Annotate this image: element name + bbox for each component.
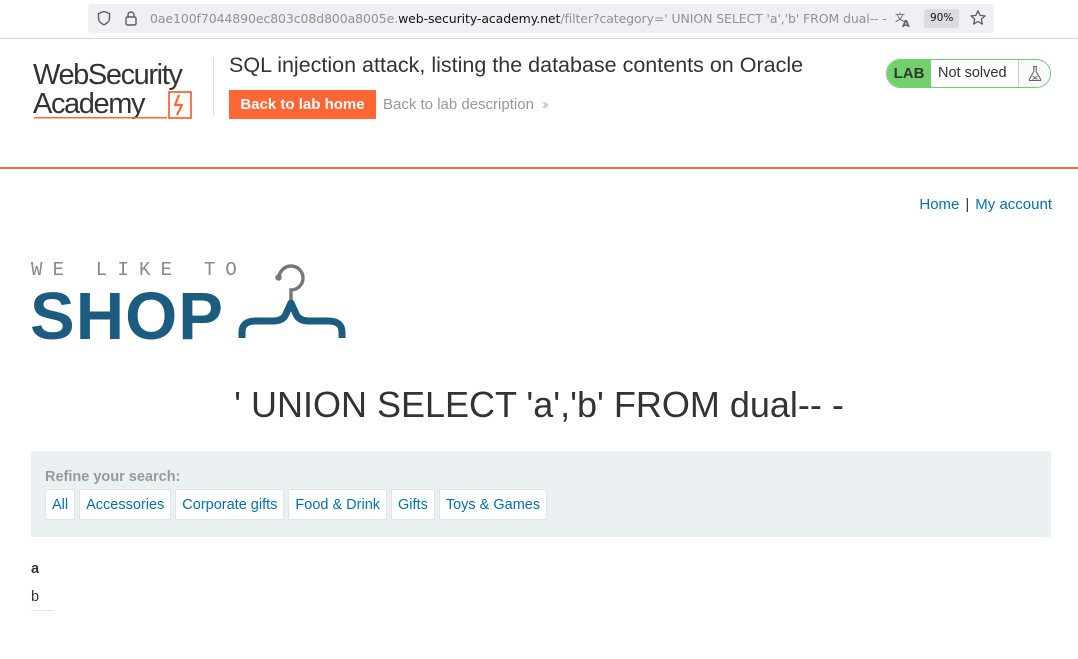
we-like-to-shop-logo: WE LIKE TO SHOP (30, 258, 350, 354)
back-to-lab-home-button[interactable]: Back to lab home (229, 90, 376, 119)
url-prefix: 0ae100f7044890ec803c08d800a8005e. (150, 11, 399, 26)
lab-status-text: Not solved (938, 65, 1007, 81)
results-table: a b (31, 559, 54, 611)
logo-divider (213, 58, 214, 116)
filter-toys-and-games[interactable]: Toys & Games (438, 489, 548, 520)
back-to-lab-description-label: Back to lab description (383, 96, 534, 113)
home-link[interactable]: Home (919, 196, 959, 213)
category-filters: All Accessories Corporate gifts Food & D… (45, 489, 548, 520)
filter-food-and-drink[interactable]: Food & Drink (288, 489, 388, 520)
table-cell: b (31, 583, 54, 611)
filter-section: Refine your search: All Accessories Corp… (31, 451, 1051, 537)
url-text[interactable]: 0ae100f7044890ec803c08d800a8005e.web-sec… (150, 11, 887, 26)
address-bar[interactable]: 0ae100f7044890ec803c08d800a8005e.web-sec… (88, 4, 994, 33)
shop-tagline: WE LIKE TO (31, 259, 247, 281)
hanger-icon (238, 264, 346, 338)
logo-line2: Academy (33, 88, 146, 120)
web-security-academy-logo[interactable]: WebSecurity Academy (33, 58, 211, 124)
lab-status-widget: LAB Not solved (886, 59, 1051, 88)
shop-name: SHOP (30, 279, 224, 344)
filter-accessories[interactable]: Accessories (79, 489, 172, 520)
lab-badge: LAB (887, 60, 931, 87)
category-heading: ' UNION SELECT 'a','b' FROM dual-- - (234, 384, 844, 425)
filter-gifts[interactable]: Gifts (391, 489, 435, 520)
double-chevron-right-icon: ›› (541, 96, 549, 113)
url-path: /filter?category=' UNION SELECT 'a','b' … (560, 11, 887, 26)
header-divider (0, 167, 1078, 169)
account-nav: Home | My account (919, 196, 1052, 213)
filter-corporate-gifts[interactable]: Corporate gifts (175, 489, 285, 520)
svg-text:A: A (902, 19, 910, 28)
table-header: a (31, 561, 40, 577)
zoom-level-button[interactable]: 90% (924, 9, 960, 28)
lab-status-icon-box (1018, 60, 1050, 87)
refine-search-label: Refine your search: (45, 469, 181, 485)
logo-line1: WebSecurity (33, 59, 183, 91)
nav-separator: | (965, 196, 970, 213)
lock-icon[interactable] (123, 10, 139, 26)
filter-all[interactable]: All (45, 489, 76, 520)
url-host: web-security-academy.net (398, 11, 561, 26)
tracking-protection-shield-icon[interactable] (96, 10, 112, 26)
browser-toolbar: 0ae100f7044890ec803c08d800a8005e.web-sec… (0, 0, 1078, 39)
translate-icon[interactable]: 文 A (894, 10, 912, 28)
lab-title: SQL injection attack, listing the databa… (229, 53, 804, 77)
flask-icon (1028, 65, 1042, 82)
bookmark-star-icon[interactable] (969, 9, 987, 27)
back-to-lab-description-link[interactable]: Back to lab description ›› (383, 96, 549, 113)
my-account-link[interactable]: My account (975, 196, 1052, 213)
